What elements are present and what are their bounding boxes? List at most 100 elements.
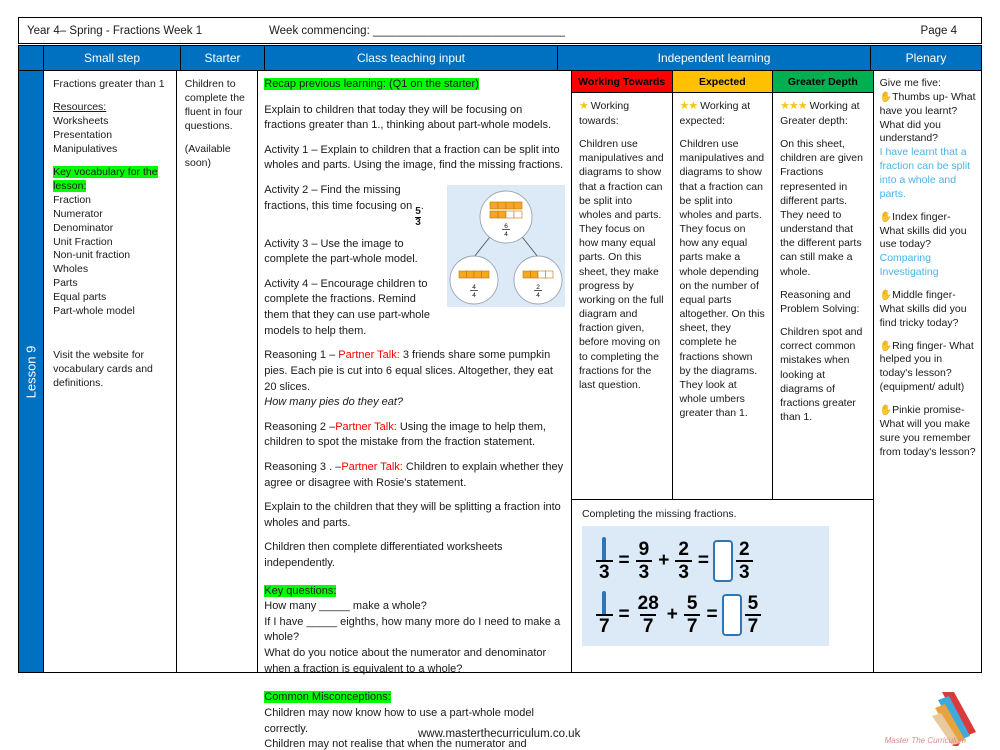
hand-icon: ✋: [879, 91, 893, 103]
fraction-two-thirds: 2 3: [675, 540, 692, 582]
greater-depth-column: ★★★ Working at Greater depth: On this sh…: [773, 93, 873, 499]
plenary-prompt: Thumbs up- What have you learnt? What di…: [879, 90, 976, 145]
fraction-denominator: 7: [639, 614, 657, 636]
attainment-header-working-towards: Working Towards: [571, 71, 673, 93]
plenary-answer: Comparing Investigating: [879, 252, 939, 279]
attainment-header-greater-depth: Greater Depth: [773, 71, 873, 93]
hand-icon: ✋: [879, 405, 893, 417]
fraction-numerator: 2: [739, 539, 750, 560]
attainment-body-row: ★ Working towards: Children use manipula…: [572, 93, 873, 499]
vocab-item: Part-whole model: [53, 305, 135, 318]
greater-depth-reasoning-body: Children spot and correct common mistake…: [780, 326, 863, 424]
answer-blank-box[interactable]: [602, 591, 607, 616]
logo-wordmark: Master The Curriculum: [884, 736, 966, 745]
greater-depth-body: On this sheet, children are given Fracti…: [780, 138, 863, 278]
lesson-number-label: Lesson 9: [23, 345, 39, 398]
reasoning-1-label: Reasoning 1 –: [264, 349, 339, 362]
fraction-denominator: 3: [675, 560, 692, 582]
svg-text:4: 4: [472, 284, 476, 291]
fraction-blank-over-denominator: 3: [595, 537, 613, 582]
attainment-header-expected: Expected: [672, 71, 774, 93]
lesson-number-spine: Lesson 9: [19, 71, 45, 672]
fraction-five-sevenths: 5 7: [683, 593, 701, 636]
partner-talk-tag: Partner Talk:: [341, 460, 403, 473]
vocab-item: Wholes: [53, 263, 89, 276]
vocab-item: Unit Fraction: [53, 235, 113, 248]
activity-1: Activity 1 – Explain to children that a …: [264, 143, 564, 172]
lesson-plan-body: Lesson 9 Fractions greater than 1 Resour…: [18, 71, 982, 750]
plus-sign: +: [658, 550, 670, 571]
vocab-item: Fraction: [53, 193, 92, 206]
working-towards-body: Children use manipulatives and diagrams …: [578, 138, 664, 391]
vocab-item: Non-unit fraction: [53, 249, 131, 262]
activity-2-denominator: 3: [415, 216, 421, 228]
column-header-lesson: [18, 45, 44, 71]
teaching-intro: Explain to children that today they will…: [264, 103, 552, 132]
working-towards-column: ★ Working towards: Children use manipula…: [572, 93, 673, 499]
missing-fractions-caption: Completing the missing fractions.: [581, 508, 737, 520]
answer-blank-box[interactable]: [602, 537, 607, 562]
equation-row: 7 = 28 7 + 5 7 = 5 7: [594, 588, 829, 642]
starter-instruction: Children to complete the fluent in four …: [184, 78, 245, 132]
fraction-denominator: 3: [595, 560, 613, 582]
key-questions-heading: Key questions:: [264, 584, 337, 597]
fraction-denominator: 7: [595, 614, 613, 636]
plenary-answer: I have learnt that a fraction can be spl…: [879, 146, 971, 200]
splitting-note: Explain to the children that they will b…: [264, 501, 561, 529]
whole-number-blank-box[interactable]: [721, 594, 742, 636]
svg-text:4: 4: [536, 292, 540, 299]
missing-fractions-panel: Completing the missing fractions. 3 = 9 …: [571, 499, 873, 672]
fraction-numerator: 5: [747, 593, 759, 614]
part-whole-svg: 6 4 4 4 2 4: [449, 190, 563, 305]
resource-item: Worksheets: [53, 114, 109, 127]
part-whole-model-diagram: 6 4 4 4 2 4: [446, 185, 565, 308]
fraction-blank-over-denominator: 7: [595, 591, 613, 636]
svg-text:4: 4: [504, 231, 508, 238]
differentiated-note: Children then complete differentiated wo…: [264, 541, 503, 570]
reasoning-1: Reasoning 1 – Partner Talk: 3 friends sh…: [264, 348, 565, 410]
reasoning-2: Reasoning 2 –Partner Talk: Using the ima…: [264, 420, 565, 451]
expected-body: Children use manipulatives and diagrams …: [679, 138, 765, 420]
column-header-band: Small step Starter Class teaching input …: [18, 45, 982, 71]
vocab-item: Numerator: [53, 207, 103, 220]
fraction-numerator: 2: [678, 539, 689, 560]
resource-item: Presentation: [53, 128, 113, 141]
hand-icon: ✋: [879, 340, 893, 352]
whole-number-blank-box[interactable]: [713, 540, 733, 582]
lesson-plan-page: Year 4– Spring - Fractions Week 1 Week c…: [0, 0, 1000, 750]
plenary-cell: Give me five: ✋Thumbs up- What have you …: [874, 71, 981, 672]
column-header-small-step: Small step: [44, 45, 181, 71]
footer-website-url: www.masterthecurriculum.co.uk: [418, 728, 581, 740]
vocab-item: Equal parts: [53, 291, 107, 304]
equals-sign: =: [618, 550, 630, 571]
key-vocabulary-heading: Key vocabulary for the lesson:: [53, 165, 158, 192]
equation-row: 3 = 9 3 + 2 3 = 2 3: [594, 534, 829, 588]
fraction-denominator: 7: [683, 614, 701, 636]
missing-fractions-equations: 3 = 9 3 + 2 3 = 2 3 7 = 28 7 + 5 7 = 5 7: [581, 526, 829, 646]
star-rating-icon: ★★★: [780, 100, 808, 112]
misconceptions-heading: Common Misconceptions:: [264, 691, 391, 704]
vocab-item: Parts: [53, 277, 78, 290]
document-header-bar: Year 4– Spring - Fractions Week 1 Week c…: [18, 17, 982, 44]
document-title: Year 4– Spring - Fractions Week 1: [27, 24, 203, 37]
fraction-numerator: 5: [686, 593, 698, 614]
column-header-starter: Starter: [181, 45, 265, 71]
key-question: If I have _____ eighths, how many more d…: [264, 615, 561, 644]
fraction-twentyeight-sevenths: 28 7: [636, 594, 661, 636]
svg-text:6: 6: [504, 223, 508, 230]
activity-2-text: Activity 2 – Find the missing fractions,…: [264, 184, 413, 212]
reasoning-2-label: Reasoning 2 –: [264, 420, 336, 433]
activity-2-period: .: [420, 199, 424, 212]
expected-column: ★★ Working at expected: Children use man…: [673, 93, 774, 499]
hand-icon: ✋: [879, 290, 893, 302]
reasoning-3: Reasoning 3 . –Partner Talk: Children to…: [264, 460, 565, 491]
fraction-denominator: 7: [744, 614, 762, 636]
key-question: What do you notice about the numerator a…: [264, 647, 547, 675]
fraction-numerator: 28: [637, 593, 659, 614]
star-rating-icon: ★: [578, 100, 589, 112]
class-teaching-input-cell: Recap previous learning: (Q1 on the star…: [258, 71, 572, 750]
fraction-denominator: 3: [736, 560, 753, 582]
greater-depth-reasoning-heading: Reasoning and Problem Solving:: [780, 288, 860, 315]
plenary-prompt: Middle finger- What skills did you find …: [879, 289, 967, 329]
small-step-cell: Fractions greater than 1 Resources: Work…: [44, 71, 177, 672]
